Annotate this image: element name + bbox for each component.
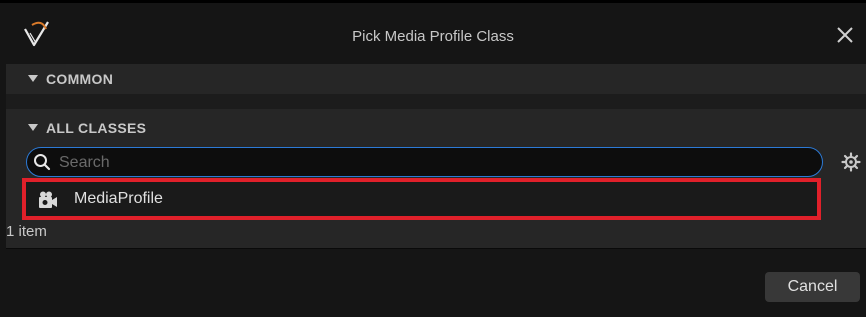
class-browser-panel: MediaProfile 1 item xyxy=(6,143,866,248)
section-divider xyxy=(6,94,866,109)
search-input[interactable] xyxy=(57,152,801,174)
media-profile-icon xyxy=(39,191,57,208)
section-header-common[interactable]: COMMON xyxy=(6,64,866,94)
section-header-all-classes[interactable]: ALL CLASSES xyxy=(6,109,866,143)
section-label-common: COMMON xyxy=(46,71,114,87)
item-count: 1 item xyxy=(6,223,47,240)
dialog-footer: Cancel xyxy=(6,248,866,317)
triangle-down-icon xyxy=(28,75,38,82)
class-list-item[interactable]: MediaProfile xyxy=(22,178,821,220)
section-label-all-classes: ALL CLASSES xyxy=(46,120,147,136)
triangle-down-icon xyxy=(28,124,38,131)
title-bar: Pick Media Profile Class xyxy=(0,6,866,64)
dialog-title: Pick Media Profile Class xyxy=(352,28,514,45)
pick-class-dialog: Pick Media Profile Class COMMON ALL CLAS… xyxy=(0,0,866,317)
search-icon xyxy=(34,154,51,171)
class-item-label: MediaProfile xyxy=(74,190,163,207)
close-icon[interactable] xyxy=(832,22,858,48)
cancel-button[interactable]: Cancel xyxy=(765,272,860,302)
gear-icon[interactable] xyxy=(841,152,861,172)
search-box[interactable] xyxy=(26,147,823,177)
